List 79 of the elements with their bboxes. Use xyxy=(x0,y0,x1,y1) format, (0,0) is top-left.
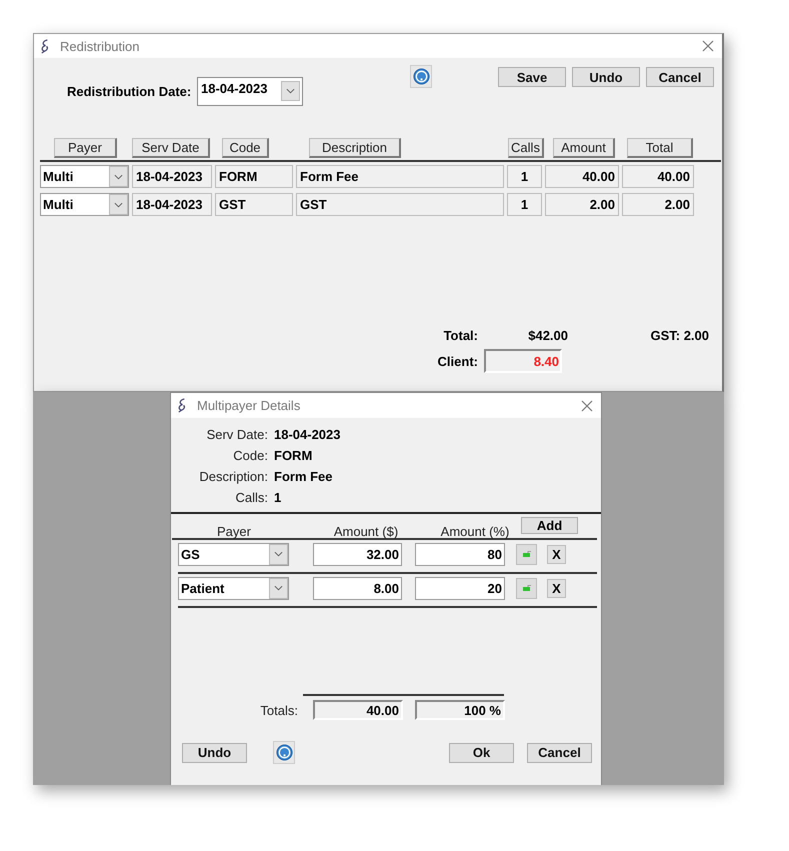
caret-icon xyxy=(114,174,123,180)
remove-button[interactable]: X xyxy=(547,578,566,598)
toolbar-button[interactable]: Undo xyxy=(572,67,640,87)
table-cell: 1 xyxy=(507,165,542,188)
table-cell: 2.00 xyxy=(545,193,619,216)
caret-icon xyxy=(274,585,283,591)
add-button[interactable]: Add xyxy=(521,517,578,534)
remove-button[interactable]: X xyxy=(547,544,566,564)
dropdown-arrow-button[interactable] xyxy=(109,194,128,215)
column-header[interactable]: Code xyxy=(222,138,269,158)
caret-icon xyxy=(114,202,123,208)
column-header[interactable]: Payer xyxy=(54,138,117,158)
percent-field[interactable]: 20 xyxy=(415,576,505,600)
table-cell: 40.00 xyxy=(622,165,694,188)
payer-dropdown[interactable]: Multi xyxy=(40,165,129,188)
column-label: Amount (%) xyxy=(440,524,510,539)
table-cell: 18-04-2023 xyxy=(132,193,212,216)
column-header[interactable]: Calls xyxy=(508,138,544,158)
table-cell: GST xyxy=(215,193,293,216)
cancel-button[interactable]: Cancel xyxy=(527,742,592,762)
totals-percent-field: 100 % xyxy=(415,700,505,720)
detail-value: Form Fee xyxy=(274,469,333,484)
table-cell: FORM xyxy=(215,165,293,188)
column-label: Amount ($) xyxy=(332,524,400,539)
caret-icon xyxy=(286,88,295,94)
column-header[interactable]: Serv Date xyxy=(132,138,210,158)
total-label: Total: xyxy=(442,328,478,343)
column-header[interactable]: Amount xyxy=(553,138,615,158)
payer-dropdown[interactable]: GS xyxy=(178,542,289,566)
payer-dropdown[interactable]: Multi xyxy=(40,193,129,216)
dropdown-arrow-button[interactable] xyxy=(269,544,288,564)
detail-label: Description: xyxy=(198,469,268,484)
column-header[interactable]: Description xyxy=(309,138,401,158)
undo-button[interactable]: Undo xyxy=(182,742,247,762)
lock-button[interactable] xyxy=(516,578,537,598)
detail-label: Code: xyxy=(232,448,268,463)
detail-value: 1 xyxy=(274,490,282,505)
lock-icon xyxy=(522,550,532,558)
caret-icon xyxy=(274,551,283,557)
window-title: Multipayer Details xyxy=(197,398,302,413)
dropdown-arrow-button[interactable] xyxy=(281,81,300,101)
lock-icon xyxy=(522,584,532,592)
amount-field[interactable]: 32.00 xyxy=(313,542,402,566)
totals-amount-field: 40.00 xyxy=(313,700,403,720)
dropdown-arrow-button[interactable] xyxy=(109,166,128,187)
date-dropdown[interactable]: 18-04-2023 xyxy=(197,77,303,106)
table-cell: Form Fee xyxy=(296,165,504,188)
table-cell: 1 xyxy=(507,193,542,216)
close-icon[interactable] xyxy=(581,400,593,412)
dropdown-arrow-button[interactable] xyxy=(269,578,288,598)
detail-value: FORM xyxy=(274,448,312,463)
client-label: Client: xyxy=(436,354,478,368)
ok-button[interactable]: Ok xyxy=(449,742,514,762)
detail-label: Calls: xyxy=(234,490,268,505)
gst-value: GST: 2.00 xyxy=(649,328,709,343)
close-icon[interactable] xyxy=(702,40,714,52)
date-label: Redistribution Date: xyxy=(67,84,192,99)
help-icon xyxy=(276,744,292,761)
detail-value: 18-04-2023 xyxy=(274,427,340,442)
client-amount-field: 8.40 xyxy=(484,349,562,373)
toolbar-button[interactable]: Save xyxy=(498,67,566,87)
payer-dropdown[interactable]: Patient xyxy=(178,576,289,600)
window-title: Redistribution xyxy=(60,38,140,54)
help-button[interactable] xyxy=(410,65,432,88)
total-value: $42.00 xyxy=(527,328,568,343)
table-cell: 40.00 xyxy=(545,165,619,188)
table-cell: 2.00 xyxy=(622,193,694,216)
table-cell: GST xyxy=(296,193,504,216)
lock-button[interactable] xyxy=(516,544,537,564)
detail-label: Serv Date: xyxy=(206,427,268,442)
amount-field[interactable]: 8.00 xyxy=(313,576,402,600)
help-button[interactable] xyxy=(273,741,295,764)
help-icon xyxy=(412,68,430,85)
totals-label: Totals: xyxy=(259,702,298,718)
percent-field[interactable]: 80 xyxy=(415,542,505,566)
toolbar-button[interactable]: Cancel xyxy=(646,67,714,87)
column-label: Payer xyxy=(216,524,252,539)
table-cell: 18-04-2023 xyxy=(132,165,212,188)
column-header[interactable]: Total xyxy=(627,138,693,158)
